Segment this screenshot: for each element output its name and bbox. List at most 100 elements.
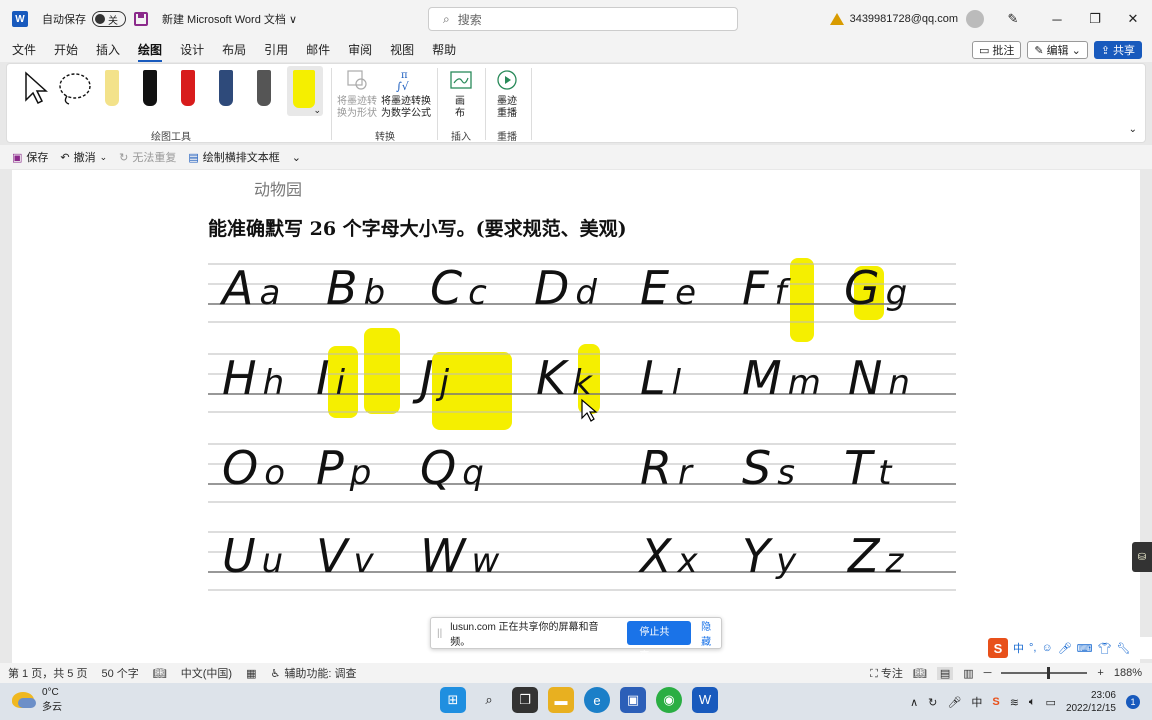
canvas-button[interactable]: 画 布 xyxy=(455,96,465,120)
qat-draw-textbox-button[interactable]: ▤ 绘制横排文本框 xyxy=(188,149,279,165)
accessibility-status[interactable]: ♿︎ 辅助功能: 调查 xyxy=(270,665,356,681)
clock[interactable]: 23:06 2022/12/15 xyxy=(1066,689,1116,715)
proofing-icon[interactable]: 📖︎ xyxy=(153,667,167,680)
zoom-out-button[interactable]: ─ xyxy=(984,667,992,679)
select-arrow-icon[interactable] xyxy=(21,70,51,106)
wechat-icon[interactable]: ◉ xyxy=(656,687,682,713)
save-icon[interactable] xyxy=(134,12,148,26)
document-page[interactable]: 动物园 能准确默写 26 个字母大小写。(要求规范、美观) Aa Bb Cc Dd Ee… xyxy=(12,170,1140,663)
language-indicator[interactable]: 中文(中国) xyxy=(181,665,232,681)
accessibility-icon: ♿︎ xyxy=(270,667,281,680)
sogou-logo-icon[interactable]: S xyxy=(988,638,1008,658)
lasso-select-icon[interactable] xyxy=(55,70,95,106)
sogou-tray-icon[interactable]: S xyxy=(992,696,999,708)
skin-icon[interactable]: 👕︎ xyxy=(1098,642,1112,655)
tab-help[interactable]: 帮助 xyxy=(432,38,456,62)
web-layout-icon[interactable]: ▥ xyxy=(963,667,973,680)
tab-design[interactable]: 设计 xyxy=(180,38,204,62)
tab-insert[interactable]: 插入 xyxy=(96,38,120,62)
letter-pair: Zz xyxy=(846,529,905,583)
store-icon[interactable]: ▣ xyxy=(620,687,646,713)
text-predictions-icon[interactable]: ▦ xyxy=(246,667,256,680)
tab-view[interactable]: 视图 xyxy=(390,38,414,62)
weather-widget[interactable]: 0°C 多云 xyxy=(12,687,62,713)
restore-button[interactable]: ❐ xyxy=(1076,11,1114,27)
warning-icon[interactable] xyxy=(829,13,844,25)
page-count[interactable]: 第 1 页，共 5 页 xyxy=(8,665,87,681)
silver-pen[interactable] xyxy=(257,70,271,106)
highlighter-selected-bg[interactable]: ⌄ xyxy=(287,66,323,116)
qat-customize-button[interactable]: ⌄ xyxy=(292,151,301,164)
ink-to-math-icon[interactable]: π ∫√ xyxy=(393,68,419,92)
notification-badge[interactable]: 1 xyxy=(1126,695,1140,709)
hide-button[interactable]: 隐藏 xyxy=(701,618,721,648)
focus-mode-button[interactable]: ⛶ 专注 xyxy=(870,665,903,681)
tab-draw[interactable]: 绘图 xyxy=(138,38,163,62)
edge-icon[interactable]: e xyxy=(584,687,610,713)
galaxy-pen[interactable] xyxy=(219,70,233,106)
tab-review[interactable]: 审阅 xyxy=(348,38,372,62)
microphone-icon[interactable]: 🎤︎ xyxy=(947,696,961,709)
wifi-icon[interactable]: ≋ xyxy=(1010,696,1019,709)
editing-button[interactable]: ✎ 编辑 ⌄ xyxy=(1027,41,1088,59)
battery-icon[interactable]: ▭ xyxy=(1046,696,1056,709)
wrench-icon[interactable]: 🔧︎ xyxy=(1117,642,1131,655)
comments-button[interactable]: ▭ 批注 xyxy=(971,41,1022,59)
account-name[interactable]: 3439981728@qq.com xyxy=(850,13,958,25)
read-mode-icon[interactable]: 📖︎ xyxy=(913,667,927,680)
letter-pair: Hh xyxy=(222,351,284,405)
tab-home[interactable]: 开始 xyxy=(54,38,78,62)
keyboard-icon[interactable]: ⌨ xyxy=(1077,642,1093,655)
tab-mailings[interactable]: 邮件 xyxy=(306,38,330,62)
start-icon[interactable]: ⊞ xyxy=(440,687,466,713)
canvas-icon[interactable] xyxy=(449,68,473,92)
punctuation-icon[interactable]: °, xyxy=(1029,642,1036,654)
print-layout-icon[interactable]: ▤ xyxy=(936,666,954,680)
avatar[interactable] xyxy=(966,10,984,28)
ink-to-math-button[interactable]: 将墨迹转换 为数学公式 xyxy=(381,96,431,120)
search-input[interactable]: ⌕ 搜索 xyxy=(428,7,738,31)
tab-references[interactable]: 引用 xyxy=(264,38,288,62)
document-title[interactable]: 新建 Microsoft Word 文档 ∨ xyxy=(162,11,297,27)
tab-layout[interactable]: 布局 xyxy=(222,38,246,62)
stop-sharing-button[interactable]: 停止共享 xyxy=(627,621,692,662)
pencil-tool[interactable] xyxy=(105,70,119,106)
drag-grip-icon[interactable]: || xyxy=(437,628,442,639)
qat-save-button[interactable]: ▣ 保存 xyxy=(12,149,48,165)
pen-icon[interactable]: ✎ xyxy=(1004,11,1022,27)
black-pen[interactable] xyxy=(143,70,157,106)
minimize-button[interactable]: ─ xyxy=(1038,12,1076,27)
zoom-slider[interactable] xyxy=(1001,667,1088,679)
close-button[interactable]: ✕ xyxy=(1114,11,1152,27)
ink-replay-icon[interactable] xyxy=(495,68,519,92)
zoom-level[interactable]: 188% xyxy=(1114,667,1142,679)
ink-replay-button[interactable]: 墨迹 重播 xyxy=(497,96,517,120)
microphone-icon[interactable]: 🎤︎ xyxy=(1058,642,1072,655)
lowercase-letter: c xyxy=(468,273,487,313)
autosave-toggle[interactable]: 关 xyxy=(92,11,126,27)
side-panel-tab[interactable]: ⛁ xyxy=(1132,542,1152,572)
word-taskbar-icon[interactable]: W xyxy=(692,687,718,713)
qat-undo-button[interactable]: ↶ 撤消 ⌄ xyxy=(60,149,107,165)
volume-icon[interactable]: 🔈︎ xyxy=(1029,696,1036,709)
uppercase-letter: C xyxy=(430,261,462,315)
search-icon[interactable]: ⌕ xyxy=(476,687,502,713)
word-count[interactable]: 50 个字 xyxy=(101,665,138,681)
share-button[interactable]: ⇪ 共享 xyxy=(1093,41,1142,59)
emoji-icon[interactable]: ☺ xyxy=(1041,642,1052,654)
ribbon-collapse-icon[interactable]: ⌄ xyxy=(1129,124,1137,135)
word-window: W 自动保存 关 新建 Microsoft Word 文档 ∨ ⌕ 搜索 343… xyxy=(0,0,1152,720)
chevron-up-icon[interactable]: ∧ xyxy=(910,696,918,709)
toggle-knob xyxy=(95,14,105,24)
sync-icon[interactable]: ↻ xyxy=(928,696,937,709)
ime-indicator-icon[interactable]: 中 xyxy=(971,694,982,710)
zoom-slider-thumb[interactable] xyxy=(1047,667,1051,679)
file-explorer-icon[interactable]: ▬ xyxy=(548,687,574,713)
tab-file[interactable]: 文件 xyxy=(12,38,36,62)
letter-pair: Qq xyxy=(420,441,484,495)
share-icon: ⇪ xyxy=(1100,44,1110,57)
ime-mode[interactable]: 中 xyxy=(1013,640,1024,656)
zoom-in-button[interactable]: + xyxy=(1097,667,1103,679)
task-view-icon[interactable]: ❐ xyxy=(512,687,538,713)
red-pen[interactable] xyxy=(181,70,195,106)
